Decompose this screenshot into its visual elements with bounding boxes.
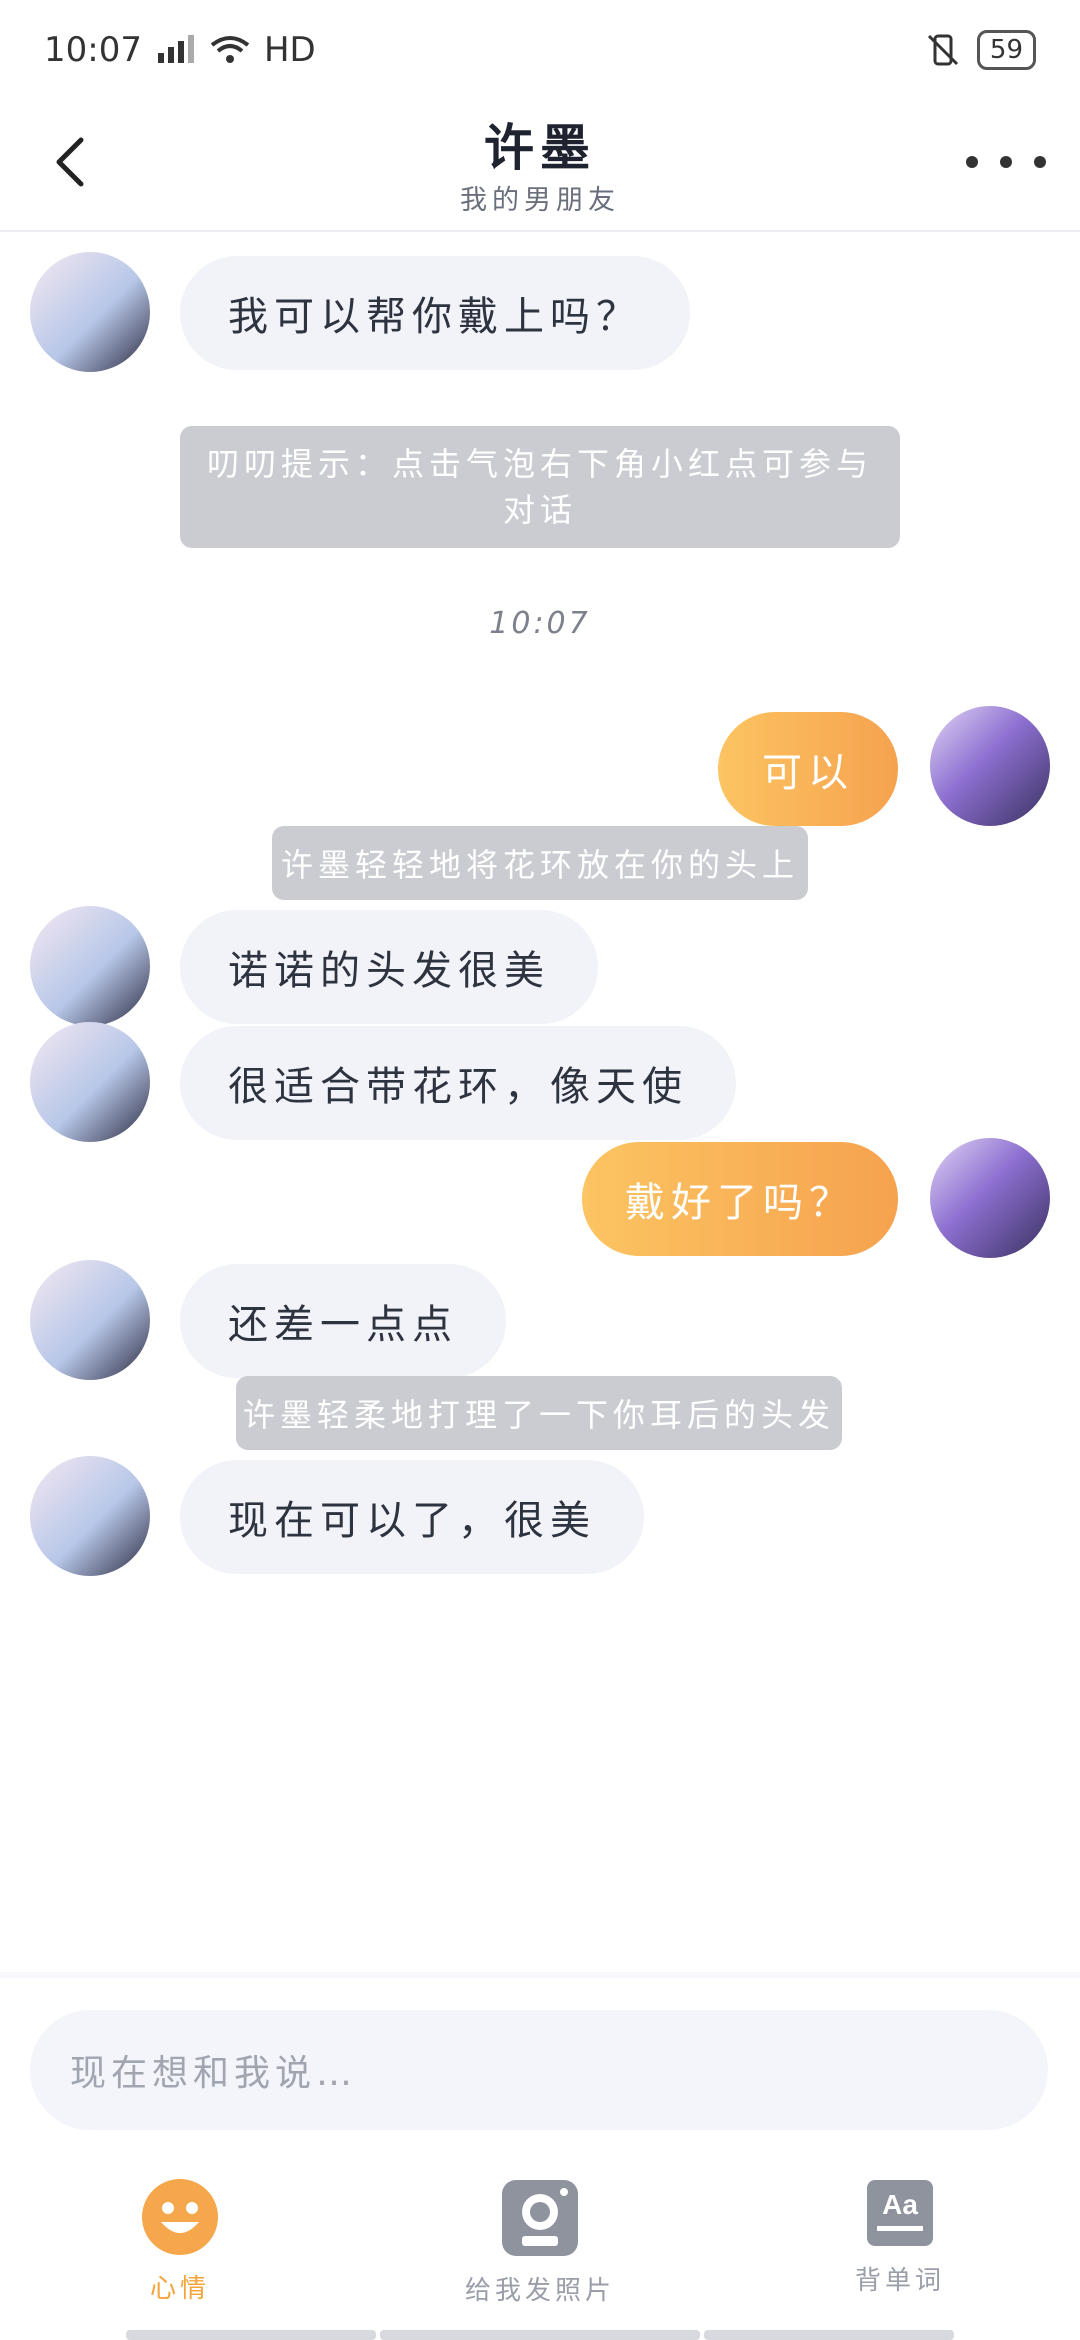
system-tip: 叨叨提示：点击气泡右下角小红点可参与对话: [180, 426, 900, 548]
bot-avatar[interactable]: [30, 252, 150, 372]
status-bar: 10:07 HD 59: [0, 0, 1080, 100]
home-indicator: [380, 2330, 700, 2340]
tab-label: 心情: [149, 2274, 210, 2304]
tab-send-photo[interactable]: 给我发照片: [420, 2178, 660, 2318]
message-bubble-bot[interactable]: 我可以帮你戴上吗？: [180, 256, 690, 370]
chat-messages[interactable]: 我可以帮你戴上吗？ 叨叨提示：点击气泡右下角小红点可参与对话 10:07 可以 …: [0, 232, 1080, 1972]
message-timestamp: 10:07: [489, 606, 591, 641]
message-input[interactable]: 现在想和我说…: [30, 2010, 1048, 2130]
svg-text:Aa: Aa: [882, 2189, 918, 2220]
system-narration: 许墨轻轻地将花环放在你的头上: [272, 826, 808, 900]
battery-level: 59: [989, 35, 1023, 65]
bot-avatar[interactable]: [30, 906, 150, 1026]
dictionary-icon: Aa: [867, 2180, 933, 2246]
status-time: 10:07: [44, 30, 142, 70]
system-narration: 许墨轻柔地打理了一下你耳后的头发: [236, 1376, 842, 1450]
bottom-tabbar: 心情 给我发照片 Aa 背单词: [0, 2178, 1080, 2318]
battery-indicator: 59: [976, 30, 1036, 70]
message-bubble-bot[interactable]: 还差一点点: [180, 1264, 506, 1378]
message-bubble-bot[interactable]: 现在可以了，很美: [180, 1460, 644, 1574]
more-dot-icon: [966, 156, 978, 168]
camera-icon: [502, 2180, 578, 2256]
page-subtitle: 我的男朋友: [460, 185, 620, 216]
status-left: 10:07 HD: [44, 30, 316, 70]
tab-vocabulary[interactable]: Aa 背单词: [780, 2178, 1020, 2318]
status-right: 59: [925, 30, 1036, 70]
home-indicator: [126, 2330, 376, 2340]
tab-label: 背单词: [854, 2266, 945, 2296]
user-avatar[interactable]: [930, 706, 1050, 826]
message-bubble-bot[interactable]: 诺诺的头发很美: [180, 910, 598, 1024]
more-dot-icon: [1034, 156, 1046, 168]
bot-avatar[interactable]: [30, 1022, 150, 1142]
chat-header: 许墨 我的男朋友: [0, 100, 1080, 232]
message-bubble-user[interactable]: 可以: [718, 712, 898, 826]
home-indicator: [704, 2330, 954, 2340]
tab-label: 给我发照片: [464, 2276, 615, 2306]
composer-area: 现在想和我说… 心情 给我发照片 Aa 背单词: [0, 1978, 1080, 2340]
bot-avatar[interactable]: [30, 1260, 150, 1380]
network-label: HD: [263, 30, 316, 70]
more-options-button[interactable]: [966, 142, 1046, 182]
user-avatar[interactable]: [930, 1138, 1050, 1258]
tab-mood[interactable]: 心情: [60, 2178, 300, 2318]
page-title: 许墨: [484, 119, 596, 177]
vibrate-off-icon: [927, 34, 958, 66]
wifi-icon: [210, 36, 250, 63]
smiley-icon: [142, 2179, 218, 2255]
signal-icon: [157, 35, 194, 63]
message-bubble-bot[interactable]: 很适合带花环，像天使: [180, 1026, 736, 1140]
more-dot-icon: [1000, 156, 1012, 168]
bot-avatar[interactable]: [30, 1456, 150, 1576]
message-bubble-user[interactable]: 戴好了吗？: [582, 1142, 898, 1256]
message-input-placeholder: 现在想和我说…: [70, 2053, 358, 2094]
